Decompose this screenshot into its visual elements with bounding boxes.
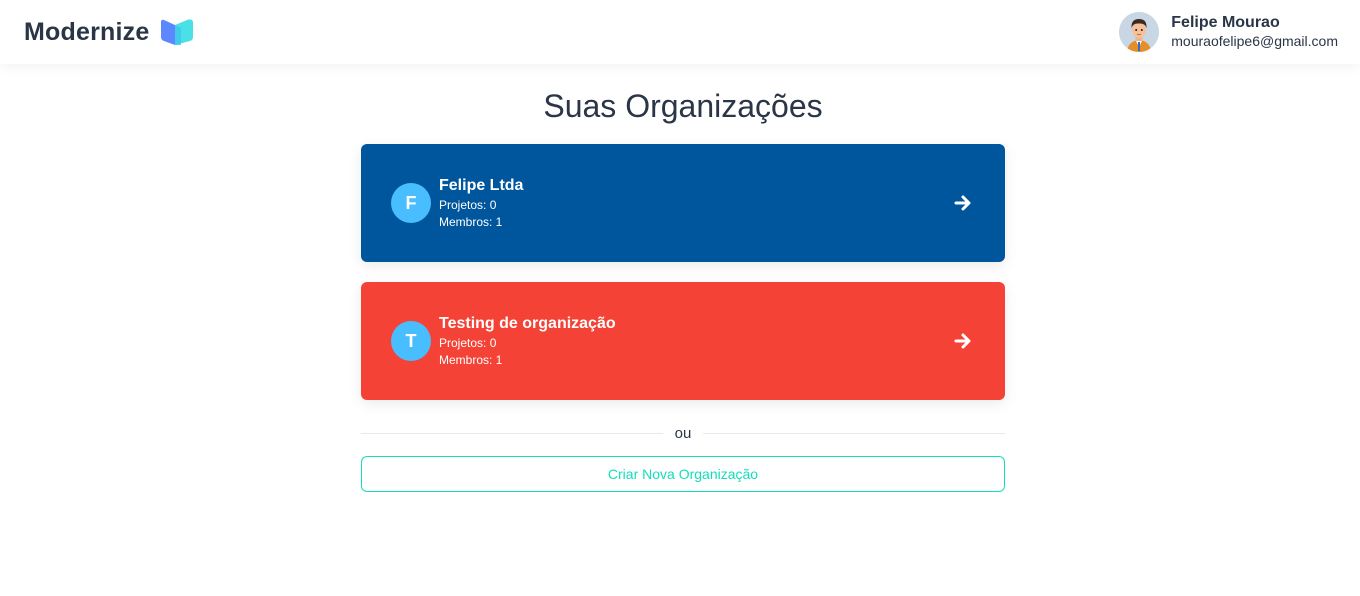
page-title: Suas Organizações — [543, 88, 823, 124]
divider-text: ou — [674, 424, 692, 442]
org-card-testing-de-organizacao[interactable]: T Testing de organização Projetos: 0 Mem… — [361, 282, 1005, 400]
organizations-section: Suas Organizações F Felipe Ltda Projetos… — [361, 84, 1005, 492]
or-divider: ou — [361, 420, 1005, 446]
brand[interactable]: Modernize — [24, 18, 195, 47]
org-members-count: Membros: 1 — [439, 352, 503, 367]
org-name: Testing de organização — [439, 314, 616, 332]
divider-line — [703, 432, 1005, 434]
arrow-right-icon[interactable] — [953, 331, 973, 351]
org-members-count: Membros: 1 — [439, 214, 503, 229]
user-name: Felipe Mourao — [1171, 14, 1280, 31]
org-info: Testing de organização Projetos: 0 Membr… — [439, 314, 616, 369]
org-projects-count: Projetos: 0 — [439, 197, 497, 212]
brand-name: Modernize — [24, 17, 150, 46]
user-info: Felipe Mourao mouraofelipe6@gmail.com — [1171, 14, 1338, 50]
org-card-felipe-ltda[interactable]: F Felipe Ltda Projetos: 0 Membros: 1 — [361, 144, 1005, 262]
org-info: Felipe Ltda Projetos: 0 Membros: 1 — [439, 176, 523, 231]
create-organization-button[interactable]: Criar Nova Organização — [361, 456, 1005, 492]
user-menu[interactable]: Felipe Mourao mouraofelipe6@gmail.com — [1119, 12, 1338, 52]
org-name: Felipe Ltda — [439, 176, 524, 194]
divider-line — [361, 432, 663, 434]
org-projects-count: Projetos: 0 — [439, 335, 497, 350]
book-logo-icon — [159, 18, 195, 46]
arrow-right-icon[interactable] — [953, 193, 973, 213]
user-email: mouraofelipe6@gmail.com — [1171, 33, 1338, 49]
org-initial-avatar: F — [391, 183, 431, 223]
avatar[interactable] — [1119, 12, 1160, 52]
org-initial-avatar: T — [391, 321, 431, 361]
top-header: Modernize Felipe Mourao mouraofelipe6@gm… — [0, 0, 1360, 64]
